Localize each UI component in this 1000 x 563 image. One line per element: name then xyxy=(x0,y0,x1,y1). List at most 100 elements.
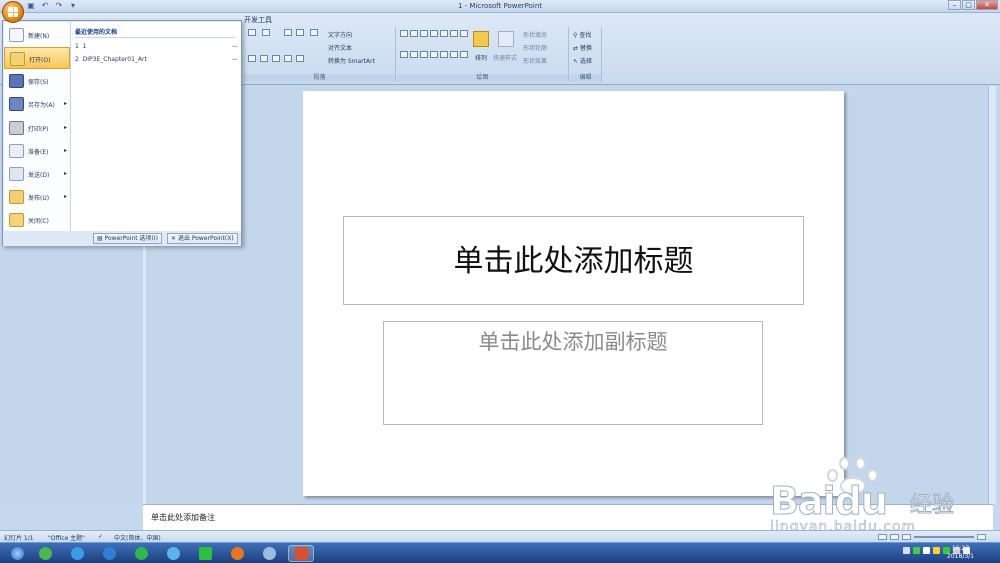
tray-arrow-icon[interactable] xyxy=(903,547,910,554)
arrange-button[interactable]: 排列 xyxy=(475,53,487,62)
columns-icon[interactable] xyxy=(296,55,304,62)
replace-button[interactable]: ⇄ 替换 xyxy=(573,43,592,52)
recent-document-2[interactable]: 2 DIP3E_Chapter01_Art xyxy=(75,56,147,63)
recent-documents-header: 最近使用的文档 xyxy=(75,29,118,36)
line-spacing-icon[interactable] xyxy=(310,29,318,36)
pin-icon[interactable]: ⊶ xyxy=(232,57,237,63)
pin-icon[interactable]: ⊶ xyxy=(232,44,237,50)
vertical-scrollbar[interactable] xyxy=(988,86,996,504)
decrease-indent-icon[interactable] xyxy=(284,29,292,36)
shape-outline-button[interactable]: 形状轮廓 xyxy=(523,43,547,52)
taskbar-edge-icon[interactable] xyxy=(96,545,122,562)
menu-new[interactable]: 新建(N) xyxy=(4,24,70,46)
shape-icon[interactable] xyxy=(420,51,428,58)
taskbar-iqiyi-icon[interactable] xyxy=(192,545,218,562)
zoom-control xyxy=(878,533,996,541)
text-direction-button[interactable]: 文字方向 xyxy=(328,30,352,39)
shape-icon[interactable] xyxy=(400,30,408,37)
shape-icon[interactable] xyxy=(440,51,448,58)
shape-fill-button[interactable]: 形状填充 xyxy=(523,30,547,39)
align-left-icon[interactable] xyxy=(248,55,256,62)
shape-icon[interactable] xyxy=(460,51,468,58)
close-button[interactable]: ✕ xyxy=(976,0,998,10)
recent-name: DIP3E_Chapter01_Art xyxy=(82,56,147,63)
fit-window-icon[interactable] xyxy=(977,534,986,540)
align-text-button[interactable]: 对齐文本 xyxy=(328,43,352,52)
shape-icon[interactable] xyxy=(430,30,438,37)
increase-indent-icon[interactable] xyxy=(296,29,304,36)
shape-icon[interactable] xyxy=(450,30,458,37)
arrange-icon[interactable] xyxy=(473,31,489,47)
tray-ime-icon[interactable] xyxy=(923,547,930,554)
spellcheck-icon[interactable]: ✓ xyxy=(98,533,103,540)
menu-publish[interactable]: 发布(U) ▸ xyxy=(4,186,70,208)
menu-save[interactable]: 保存(S) xyxy=(4,70,70,92)
menu-open[interactable]: 打开(O) xyxy=(4,47,70,69)
office-logo-icon xyxy=(8,7,18,17)
menu-open-label: 打开(O) xyxy=(29,57,51,64)
shape-icon[interactable] xyxy=(430,51,438,58)
quick-styles-button[interactable]: 快速样式 xyxy=(493,53,517,62)
menu-print[interactable]: 打印(P) ▸ xyxy=(4,117,70,139)
language-indicator[interactable]: 中文(简体，中国) xyxy=(114,533,161,542)
printer-icon xyxy=(9,121,24,135)
menu-send[interactable]: 发送(D) ▸ xyxy=(4,163,70,185)
slideshow-view-icon[interactable] xyxy=(902,534,911,540)
submenu-arrow-icon: ▸ xyxy=(63,100,67,107)
paragraph-group: 文字方向 对齐文本 转换为 SmartArt 段落 xyxy=(244,27,396,82)
clock[interactable]: 16:27 2018/3/1 xyxy=(947,545,974,561)
tray-security-icon[interactable] xyxy=(933,547,940,554)
exit-powerpoint-button[interactable]: ✕ 退出 PowerPoint(X) xyxy=(167,233,238,244)
shape-icon[interactable] xyxy=(410,30,418,37)
recent-number: 2 xyxy=(75,56,79,63)
shape-icon[interactable] xyxy=(420,30,428,37)
shapes-gallery[interactable] xyxy=(400,30,468,70)
menu-save-as[interactable]: 另存为(A) ▸ xyxy=(4,93,70,115)
ribbon-tab-developer[interactable]: 开发工具 xyxy=(244,15,272,25)
replace-icon: ⇄ xyxy=(573,45,579,52)
start-button[interactable] xyxy=(4,545,30,562)
menu-save-label: 保存(S) xyxy=(28,79,49,86)
taskbar-tool-icon[interactable] xyxy=(256,545,282,562)
subtitle-placeholder[interactable]: 单击此处添加副标题 xyxy=(383,321,763,425)
quick-styles-icon[interactable] xyxy=(498,31,514,47)
menu-close[interactable]: 关闭(C) xyxy=(4,209,70,231)
powerpoint-options-button[interactable]: ▤ PowerPoint 选项(I) xyxy=(93,233,162,244)
select-button[interactable]: ↖ 选择 xyxy=(573,56,592,65)
shape-icon[interactable] xyxy=(440,30,448,37)
taskbar-ie-icon[interactable] xyxy=(64,545,90,562)
taskbar-browser-icon[interactable] xyxy=(128,545,154,562)
tray-shield-icon[interactable] xyxy=(913,547,920,554)
save-disk-icon xyxy=(9,74,24,88)
taskbar-firefox-icon[interactable] xyxy=(224,545,250,562)
submenu-arrow-icon: ▸ xyxy=(63,170,67,177)
shape-effects-button[interactable]: 形状效果 xyxy=(523,56,547,65)
recent-document-1[interactable]: 1 1 xyxy=(75,43,86,50)
taskbar-app-360-icon[interactable] xyxy=(32,545,58,562)
taskbar-powerpoint-icon[interactable] xyxy=(288,545,314,562)
zoom-slider[interactable] xyxy=(914,536,974,538)
menu-print-label: 打印(P) xyxy=(28,126,49,133)
taskbar-cloud-icon[interactable] xyxy=(160,545,186,562)
office-button[interactable] xyxy=(2,1,24,23)
minimize-button[interactable]: – xyxy=(948,0,961,10)
bullets-icon[interactable] xyxy=(248,29,256,36)
shape-icon[interactable] xyxy=(410,51,418,58)
submenu-arrow-icon: ▸ xyxy=(63,124,67,131)
shape-icon[interactable] xyxy=(450,51,458,58)
title-placeholder[interactable]: 单击此处添加标题 xyxy=(343,216,804,305)
recent-name: 1 xyxy=(82,43,87,50)
maximize-button[interactable]: □ xyxy=(962,0,975,10)
convert-smartart-button[interactable]: 转换为 SmartArt xyxy=(328,56,375,65)
sorter-view-icon[interactable] xyxy=(890,534,899,540)
align-right-icon[interactable] xyxy=(272,55,280,62)
find-button[interactable]: ⚲ 查找 xyxy=(573,30,591,39)
shape-icon[interactable] xyxy=(460,30,468,37)
justify-icon[interactable] xyxy=(284,55,292,62)
numbering-icon[interactable] xyxy=(262,29,270,36)
submenu-arrow-icon: ▸ xyxy=(63,193,67,200)
align-center-icon[interactable] xyxy=(260,55,268,62)
menu-prepare[interactable]: 准备(E) ▸ xyxy=(4,140,70,162)
shape-icon[interactable] xyxy=(400,51,408,58)
normal-view-icon[interactable] xyxy=(878,534,887,540)
